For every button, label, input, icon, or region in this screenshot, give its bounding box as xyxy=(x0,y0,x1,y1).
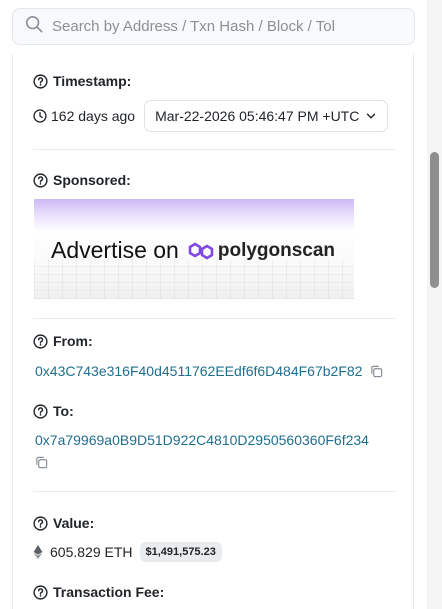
help-icon[interactable] xyxy=(33,403,48,419)
help-icon[interactable] xyxy=(33,584,48,600)
divider xyxy=(33,149,395,150)
value-usd-badge: $1,491,575.23 xyxy=(139,542,222,562)
clock-icon xyxy=(33,109,47,123)
search-bar[interactable]: Search by Address / Txn Hash / Block / T… xyxy=(12,8,415,45)
value-label-text: Value: xyxy=(53,515,95,531)
scrollbar-track[interactable] xyxy=(427,0,442,609)
polygon-logo-icon xyxy=(188,242,214,259)
value-row: 605.829 ETH $1,491,575.23 xyxy=(33,542,222,562)
timestamp-value: Mar-22-2026 05:46:47 PM +UTC xyxy=(155,108,360,124)
sponsored-label-text: Sponsored: xyxy=(53,172,131,188)
transaction-fee-label: Transaction Fee: xyxy=(33,584,164,600)
divider xyxy=(33,491,395,492)
transaction-fee-label-text: Transaction Fee: xyxy=(53,584,165,600)
divider xyxy=(33,318,395,319)
timestamp-format-dropdown[interactable]: Mar-22-2026 05:46:47 PM +UTC xyxy=(144,100,389,132)
timestamp-label-text: Timestamp: xyxy=(53,73,132,89)
banner-grid-pattern xyxy=(34,259,354,299)
timestamp-age: 162 days ago xyxy=(51,108,136,124)
from-label-text: From: xyxy=(53,333,93,349)
ethereum-icon xyxy=(33,545,43,559)
search-input[interactable]: Search by Address / Txn Hash / Block / T… xyxy=(52,18,335,35)
value-label: Value: xyxy=(33,515,94,531)
to-address-link[interactable]: 0x7a79969a0B9D51D922C4810D2950560360F6f2… xyxy=(35,432,369,448)
chevron-down-icon xyxy=(367,113,376,119)
help-icon[interactable] xyxy=(33,333,48,349)
scrollbar-thumb[interactable] xyxy=(430,152,439,288)
from-label: From: xyxy=(33,333,93,349)
timestamp-label: Timestamp: xyxy=(33,73,131,89)
help-icon[interactable] xyxy=(33,73,48,89)
banner-text: Advertise on polygonscan xyxy=(51,237,335,264)
help-icon[interactable] xyxy=(33,172,48,188)
sponsored-label: Sponsored: xyxy=(33,172,131,188)
from-row: 0x43C743e316F40d4511762EEdf6f6D484F67b2F… xyxy=(33,363,383,379)
from-address-link[interactable]: 0x43C743e316F40d4511762EEdf6f6D484F67b2F… xyxy=(35,363,362,379)
banner-headline: Advertise on xyxy=(51,237,179,263)
to-label-text: To: xyxy=(53,403,74,419)
sponsored-banner[interactable]: Advertise on polygonscan xyxy=(34,199,354,299)
to-row: 0x7a79969a0B9D51D922C4810D2950560360F6f2… xyxy=(33,432,369,448)
transaction-details-card: Timestamp: 162 days ago Mar-22-2026 05:4… xyxy=(12,54,414,609)
search-icon xyxy=(25,15,43,38)
copy-icon[interactable] xyxy=(35,456,48,469)
to-label: To: xyxy=(33,403,74,419)
banner-brand: polygonscan xyxy=(217,239,336,261)
copy-icon[interactable] xyxy=(370,365,383,378)
help-icon[interactable] xyxy=(33,515,48,531)
value-amount: 605.829 ETH xyxy=(50,544,133,560)
timestamp-row: 162 days ago Mar-22-2026 05:46:47 PM +UT… xyxy=(33,100,389,132)
to-copy-row xyxy=(35,456,48,469)
